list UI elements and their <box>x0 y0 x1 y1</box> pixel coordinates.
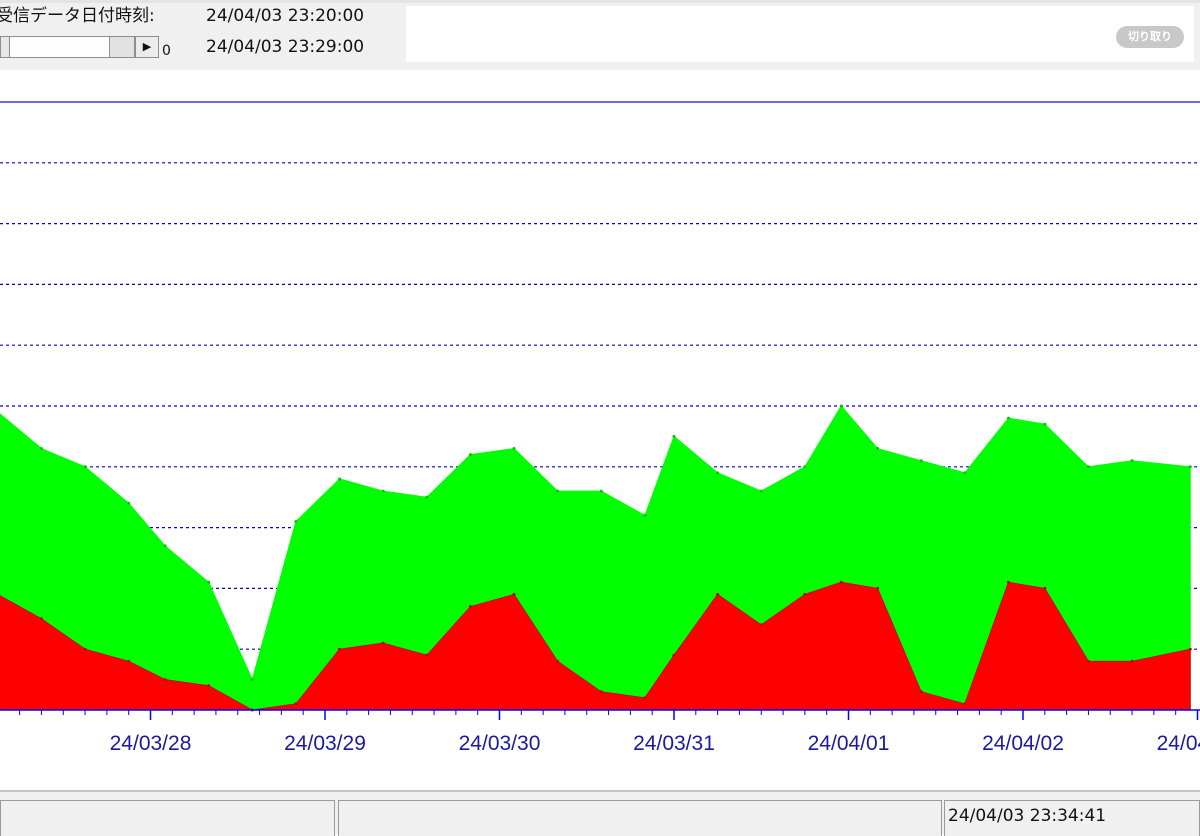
series-red-point <box>963 702 967 706</box>
series-red-point <box>127 659 131 663</box>
series-red-point <box>83 647 87 651</box>
received-datetime-label: 受信データ日付時刻: <box>0 6 155 26</box>
series-green-point <box>1188 465 1192 469</box>
received-datetime-value-1: 24/04/03 23:20:00 <box>206 6 365 26</box>
status-segment-2 <box>338 800 942 836</box>
series-green-point <box>759 489 763 493</box>
series-green-point <box>1086 465 1090 469</box>
series-red-point <box>1086 659 1090 663</box>
series-green-point <box>839 404 843 408</box>
series-green-point <box>39 447 43 451</box>
series-red-point <box>1188 647 1192 651</box>
x-tick-label: 24/03/30 <box>459 732 541 755</box>
x-tick-label: 24/03/28 <box>110 732 192 755</box>
series-red-point <box>338 647 342 651</box>
arrow-right-icon[interactable]: ▶ <box>135 36 159 58</box>
info-area <box>406 6 1194 62</box>
received-datetime-value-2: 24/04/03 23:29:00 <box>206 37 365 57</box>
series-green-point <box>468 453 472 457</box>
top-rule <box>0 0 1200 3</box>
series-red-point <box>803 592 807 596</box>
series-green-point <box>919 459 923 463</box>
x-tick-label: 24/04/03 <box>1157 732 1200 755</box>
series-red-point <box>425 653 429 657</box>
x-tick-label: 24/04/02 <box>982 732 1064 755</box>
cut-button[interactable]: 切り取り <box>1116 26 1184 48</box>
series-green-point <box>338 477 342 481</box>
series-green-point <box>876 447 880 451</box>
time-scrollbar[interactable]: ▶ <box>0 36 159 58</box>
series-green-point <box>556 489 560 493</box>
series-green-point <box>512 447 516 451</box>
series-green-point <box>963 471 967 475</box>
series-green-point <box>803 465 807 469</box>
status-segment-1 <box>0 800 335 836</box>
header-panel: 受信データ日付時刻: 24/04/03 23:20:00 24/04/03 23… <box>0 0 1200 70</box>
series-red-point <box>512 592 516 596</box>
x-tick-label: 24/03/29 <box>284 732 366 755</box>
series-green-point <box>381 489 385 493</box>
series-green-point <box>672 434 676 438</box>
arrow-left-icon[interactable] <box>0 36 10 58</box>
x-tick-label: 24/04/01 <box>808 732 890 755</box>
series-red-point <box>1043 586 1047 590</box>
series-red-point <box>643 696 647 700</box>
series-green-point <box>163 544 167 548</box>
series-red-point <box>599 690 603 694</box>
series-green-point <box>1006 416 1010 420</box>
series-red-point <box>759 623 763 627</box>
time-series-chart: 24/03/28 24/03/29 24/03/30 24/03/31 24/04/01… <box>0 101 1200 755</box>
series-red-point <box>39 617 43 621</box>
series-red-point <box>556 659 560 663</box>
series-red-point <box>839 580 843 584</box>
series-red-point <box>716 592 720 596</box>
series-red-point <box>294 702 298 706</box>
scroll-thumb[interactable] <box>109 36 135 58</box>
series-red-point <box>381 641 385 645</box>
series-green-point <box>599 489 603 493</box>
series-green-point <box>294 520 298 524</box>
series-green-point <box>643 513 647 517</box>
series-red-point <box>468 605 472 609</box>
series-green-point <box>1043 422 1047 426</box>
status-timestamp: 24/04/03 23:34:41 <box>948 806 1107 826</box>
series-red-point <box>1006 580 1010 584</box>
series-green-point <box>83 465 87 469</box>
series-red-point <box>876 586 880 590</box>
series-green-point <box>127 501 131 505</box>
series-red-point <box>919 690 923 694</box>
series-red-point <box>1130 659 1134 663</box>
series-red-point <box>207 684 211 688</box>
series-green-point <box>207 580 211 584</box>
series-red-point <box>163 678 167 682</box>
series-green-point <box>716 471 720 475</box>
series-green-point <box>1130 459 1134 463</box>
series-green-point <box>250 678 254 682</box>
series-green-point <box>425 495 429 499</box>
x-tick-label: 24/03/31 <box>633 732 715 755</box>
scroll-value: 0 <box>162 43 171 59</box>
series-red-point <box>672 653 676 657</box>
